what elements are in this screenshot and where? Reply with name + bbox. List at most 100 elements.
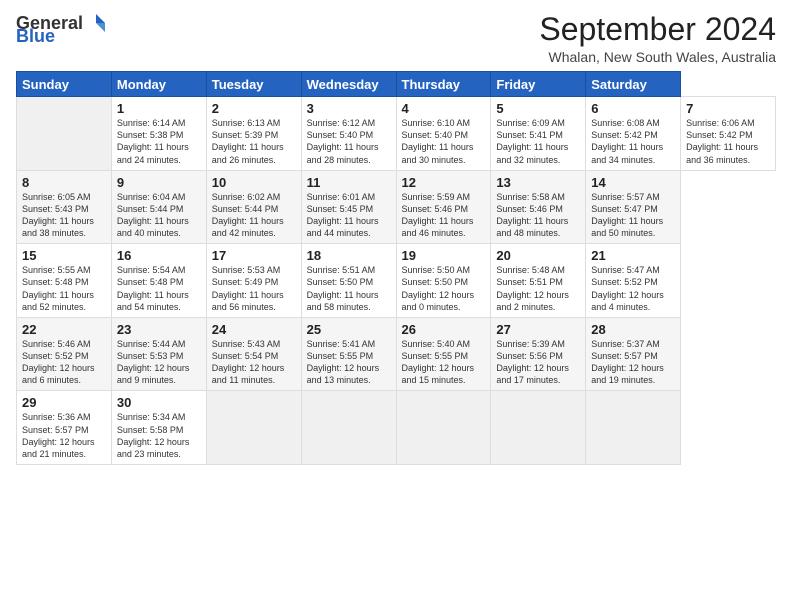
day-content: Sunrise: 6:04 AMSunset: 5:44 PMDaylight:… <box>117 192 189 238</box>
day-number: 14 <box>591 175 676 190</box>
day-content: Sunrise: 5:59 AMSunset: 5:46 PMDaylight:… <box>402 192 474 238</box>
table-cell: 3 Sunrise: 6:12 AMSunset: 5:40 PMDayligh… <box>301 97 396 171</box>
day-content: Sunrise: 6:05 AMSunset: 5:43 PMDaylight:… <box>22 192 94 238</box>
day-content: Sunrise: 6:01 AMSunset: 5:45 PMDaylight:… <box>307 192 379 238</box>
header-sunday: Sunday <box>17 72 112 97</box>
day-content: Sunrise: 5:43 AMSunset: 5:54 PMDaylight:… <box>212 339 285 385</box>
table-cell: 29 Sunrise: 5:36 AMSunset: 5:57 PMDaylig… <box>17 391 112 465</box>
day-number: 23 <box>117 322 202 337</box>
day-content: Sunrise: 5:54 AMSunset: 5:48 PMDaylight:… <box>117 265 189 311</box>
location-title: Whalan, New South Wales, Australia <box>539 49 776 65</box>
table-cell: 27 Sunrise: 5:39 AMSunset: 5:56 PMDaylig… <box>491 317 586 391</box>
day-number: 13 <box>496 175 581 190</box>
table-cell: 16 Sunrise: 5:54 AMSunset: 5:48 PMDaylig… <box>111 244 206 318</box>
table-cell <box>206 391 301 465</box>
table-cell <box>17 97 112 171</box>
day-number: 4 <box>402 101 487 116</box>
table-cell: 10 Sunrise: 6:02 AMSunset: 5:44 PMDaylig… <box>206 170 301 244</box>
page: General Blue September 2024 Whalan, New … <box>0 0 792 612</box>
table-cell: 11 Sunrise: 6:01 AMSunset: 5:45 PMDaylig… <box>301 170 396 244</box>
table-cell <box>586 391 681 465</box>
day-content: Sunrise: 6:10 AMSunset: 5:40 PMDaylight:… <box>402 118 474 164</box>
title-area: September 2024 Whalan, New South Wales, … <box>539 12 776 65</box>
table-cell: 13 Sunrise: 5:58 AMSunset: 5:46 PMDaylig… <box>491 170 586 244</box>
day-number: 27 <box>496 322 581 337</box>
day-number: 25 <box>307 322 392 337</box>
day-content: Sunrise: 5:57 AMSunset: 5:47 PMDaylight:… <box>591 192 663 238</box>
day-content: Sunrise: 5:36 AMSunset: 5:57 PMDaylight:… <box>22 412 95 458</box>
table-cell: 9 Sunrise: 6:04 AMSunset: 5:44 PMDayligh… <box>111 170 206 244</box>
table-cell: 7 Sunrise: 6:06 AMSunset: 5:42 PMDayligh… <box>681 97 776 171</box>
logo-icon <box>85 12 107 34</box>
table-cell: 24 Sunrise: 5:43 AMSunset: 5:54 PMDaylig… <box>206 317 301 391</box>
header-row: General Blue September 2024 Whalan, New … <box>16 12 776 65</box>
day-number: 1 <box>117 101 202 116</box>
header-wednesday: Wednesday <box>301 72 396 97</box>
table-cell <box>301 391 396 465</box>
table-cell: 5 Sunrise: 6:09 AMSunset: 5:41 PMDayligh… <box>491 97 586 171</box>
day-content: Sunrise: 5:53 AMSunset: 5:49 PMDaylight:… <box>212 265 284 311</box>
day-number: 5 <box>496 101 581 116</box>
day-number: 17 <box>212 248 297 263</box>
day-content: Sunrise: 6:08 AMSunset: 5:42 PMDaylight:… <box>591 118 663 164</box>
day-content: Sunrise: 6:06 AMSunset: 5:42 PMDaylight:… <box>686 118 758 164</box>
day-content: Sunrise: 5:34 AMSunset: 5:58 PMDaylight:… <box>117 412 190 458</box>
day-number: 30 <box>117 395 202 410</box>
day-number: 15 <box>22 248 107 263</box>
table-cell: 14 Sunrise: 5:57 AMSunset: 5:47 PMDaylig… <box>586 170 681 244</box>
day-number: 3 <box>307 101 392 116</box>
table-cell: 20 Sunrise: 5:48 AMSunset: 5:51 PMDaylig… <box>491 244 586 318</box>
table-cell: 2 Sunrise: 6:13 AMSunset: 5:39 PMDayligh… <box>206 97 301 171</box>
day-content: Sunrise: 5:48 AMSunset: 5:51 PMDaylight:… <box>496 265 569 311</box>
day-content: Sunrise: 5:46 AMSunset: 5:52 PMDaylight:… <box>22 339 95 385</box>
day-number: 2 <box>212 101 297 116</box>
day-content: Sunrise: 6:13 AMSunset: 5:39 PMDaylight:… <box>212 118 284 164</box>
header-thursday: Thursday <box>396 72 491 97</box>
day-content: Sunrise: 6:14 AMSunset: 5:38 PMDaylight:… <box>117 118 189 164</box>
table-cell <box>396 391 491 465</box>
day-number: 16 <box>117 248 202 263</box>
table-cell: 17 Sunrise: 5:53 AMSunset: 5:49 PMDaylig… <box>206 244 301 318</box>
day-number: 19 <box>402 248 487 263</box>
table-cell: 6 Sunrise: 6:08 AMSunset: 5:42 PMDayligh… <box>586 97 681 171</box>
header-saturday: Saturday <box>586 72 681 97</box>
logo-blue: Blue <box>16 26 55 47</box>
day-number: 8 <box>22 175 107 190</box>
table-cell: 26 Sunrise: 5:40 AMSunset: 5:55 PMDaylig… <box>396 317 491 391</box>
header-monday: Monday <box>111 72 206 97</box>
day-content: Sunrise: 6:12 AMSunset: 5:40 PMDaylight:… <box>307 118 379 164</box>
month-title: September 2024 <box>539 12 776 47</box>
table-cell: 22 Sunrise: 5:46 AMSunset: 5:52 PMDaylig… <box>17 317 112 391</box>
day-number: 29 <box>22 395 107 410</box>
day-content: Sunrise: 5:44 AMSunset: 5:53 PMDaylight:… <box>117 339 190 385</box>
header-row-days: Sunday Monday Tuesday Wednesday Thursday… <box>17 72 776 97</box>
day-number: 10 <box>212 175 297 190</box>
day-content: Sunrise: 5:51 AMSunset: 5:50 PMDaylight:… <box>307 265 379 311</box>
day-number: 11 <box>307 175 392 190</box>
table-cell: 15 Sunrise: 5:55 AMSunset: 5:48 PMDaylig… <box>17 244 112 318</box>
day-number: 22 <box>22 322 107 337</box>
day-number: 28 <box>591 322 676 337</box>
day-number: 18 <box>307 248 392 263</box>
table-cell: 18 Sunrise: 5:51 AMSunset: 5:50 PMDaylig… <box>301 244 396 318</box>
header-friday: Friday <box>491 72 586 97</box>
day-number: 12 <box>402 175 487 190</box>
logo-area: General Blue <box>16 12 107 47</box>
table-cell: 25 Sunrise: 5:41 AMSunset: 5:55 PMDaylig… <box>301 317 396 391</box>
table-cell: 19 Sunrise: 5:50 AMSunset: 5:50 PMDaylig… <box>396 244 491 318</box>
table-cell: 30 Sunrise: 5:34 AMSunset: 5:58 PMDaylig… <box>111 391 206 465</box>
day-number: 24 <box>212 322 297 337</box>
table-cell: 21 Sunrise: 5:47 AMSunset: 5:52 PMDaylig… <box>586 244 681 318</box>
day-number: 7 <box>686 101 771 116</box>
table-cell: 8 Sunrise: 6:05 AMSunset: 5:43 PMDayligh… <box>17 170 112 244</box>
day-content: Sunrise: 5:39 AMSunset: 5:56 PMDaylight:… <box>496 339 569 385</box>
day-content: Sunrise: 5:37 AMSunset: 5:57 PMDaylight:… <box>591 339 664 385</box>
table-cell: 12 Sunrise: 5:59 AMSunset: 5:46 PMDaylig… <box>396 170 491 244</box>
day-content: Sunrise: 5:47 AMSunset: 5:52 PMDaylight:… <box>591 265 664 311</box>
day-content: Sunrise: 5:41 AMSunset: 5:55 PMDaylight:… <box>307 339 380 385</box>
day-number: 21 <box>591 248 676 263</box>
table-cell: 28 Sunrise: 5:37 AMSunset: 5:57 PMDaylig… <box>586 317 681 391</box>
header-tuesday: Tuesday <box>206 72 301 97</box>
calendar-table: Sunday Monday Tuesday Wednesday Thursday… <box>16 71 776 465</box>
table-cell: 1 Sunrise: 6:14 AMSunset: 5:38 PMDayligh… <box>111 97 206 171</box>
